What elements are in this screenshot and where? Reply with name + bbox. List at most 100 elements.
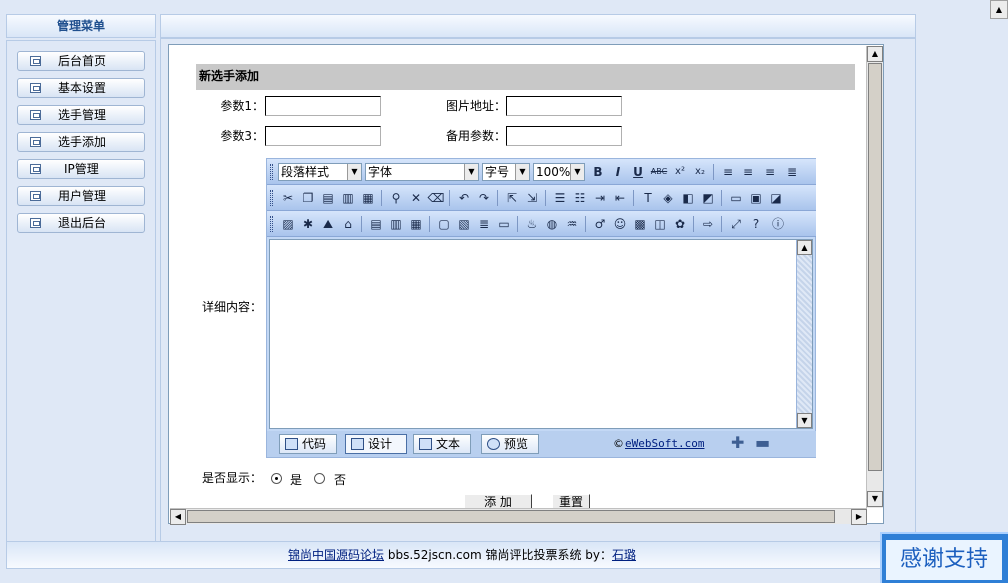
window-icon bbox=[30, 218, 41, 228]
eraser-icon[interactable]: ⌫ bbox=[427, 188, 445, 208]
table-cell-icon[interactable]: ▦ bbox=[407, 214, 425, 234]
content-vertical-scrollbar[interactable]: ▲ ▼ bbox=[866, 46, 883, 508]
align-center-icon[interactable]: ≡ bbox=[739, 162, 757, 182]
table-row-icon[interactable]: ▥ bbox=[387, 214, 405, 234]
sidebar-item-home[interactable]: 后台首页 bbox=[17, 51, 145, 71]
scrollbar-thumb[interactable] bbox=[187, 510, 835, 523]
expand-icon[interactable]: ✚ bbox=[731, 433, 744, 452]
paste-text-icon[interactable]: ▥ bbox=[339, 188, 357, 208]
globe-link-icon[interactable]: ◍ bbox=[543, 214, 561, 234]
about-icon[interactable]: ⓘ bbox=[769, 214, 787, 234]
unlink-icon[interactable]: ♒ bbox=[563, 214, 581, 234]
select-all-icon[interactable]: ⇱ bbox=[503, 188, 521, 208]
stamp-icon[interactable]: ✿ bbox=[671, 214, 689, 234]
scroll-down-icon[interactable]: ▼ bbox=[797, 413, 812, 428]
page-break-icon[interactable]: ⇨ bbox=[699, 214, 717, 234]
scrollbar-thumb[interactable] bbox=[868, 63, 882, 471]
scroll-left-icon[interactable]: ◀ bbox=[170, 509, 186, 525]
hr-icon[interactable]: ▭ bbox=[727, 188, 745, 208]
ordered-list-icon[interactable]: ☰ bbox=[551, 188, 569, 208]
scroll-down-icon[interactable]: ▼ bbox=[867, 491, 883, 507]
superscript-button[interactable]: x² bbox=[671, 162, 689, 182]
image-icon[interactable]: ▨ bbox=[279, 214, 297, 234]
footer-text: 锦尚中国源码论坛 bbs.52jscn.com 锦尚评比投票系统 by：石璐 bbox=[7, 542, 917, 568]
strikethrough-button[interactable]: ABC bbox=[650, 162, 668, 182]
font-size-select[interactable]: 字号 ▼ bbox=[482, 163, 530, 181]
param1-input[interactable] bbox=[265, 96, 381, 116]
align-left-icon[interactable]: ≡ bbox=[719, 162, 737, 182]
display-yes-radio[interactable] bbox=[271, 473, 282, 484]
highlight-icon[interactable]: ◈ bbox=[659, 188, 677, 208]
font-select[interactable]: 字体 ▼ bbox=[365, 163, 479, 181]
sidebar-item-ip-manage[interactable]: IP管理 bbox=[17, 159, 145, 179]
shrink-icon[interactable]: ▬ bbox=[755, 433, 770, 452]
form-icon[interactable]: ▢ bbox=[435, 214, 453, 234]
file-icon[interactable]: ⌂ bbox=[339, 214, 357, 234]
find-icon[interactable]: ⚲ bbox=[387, 188, 405, 208]
page-scroll-up-button[interactable]: ▲ bbox=[990, 0, 1008, 19]
sidebar-item-contestant-manage[interactable]: 选手管理 bbox=[17, 105, 145, 125]
underline-button[interactable]: U bbox=[629, 162, 647, 182]
input-icon[interactable]: ▭ bbox=[495, 214, 513, 234]
sidebar-item-user-manage[interactable]: 用户管理 bbox=[17, 186, 145, 206]
flash-icon[interactable]: ✱ bbox=[299, 214, 317, 234]
unordered-list-icon[interactable]: ☷ bbox=[571, 188, 589, 208]
cut-icon[interactable]: ✂ bbox=[279, 188, 297, 208]
outdent-icon[interactable]: ⇤ bbox=[611, 188, 629, 208]
fullscreen-icon[interactable]: ⤢ bbox=[727, 214, 745, 234]
unselect-icon[interactable]: ⇲ bbox=[523, 188, 541, 208]
iframe-icon[interactable]: ▧ bbox=[455, 214, 473, 234]
media-icon[interactable]: ⛰ bbox=[319, 214, 337, 234]
symbol-icon[interactable]: ♨ bbox=[523, 214, 541, 234]
align-right-icon[interactable]: ≡ bbox=[761, 162, 779, 182]
indent-icon[interactable]: ⇥ bbox=[591, 188, 609, 208]
tab-preview[interactable]: 预览 bbox=[481, 434, 539, 454]
content-horizontal-scrollbar[interactable]: ◀ ▶ bbox=[170, 508, 867, 525]
comment-icon[interactable]: ▣ bbox=[747, 188, 765, 208]
sidebar-item-contestant-add[interactable]: 选手添加 bbox=[17, 132, 145, 152]
delete-icon[interactable]: ✕ bbox=[407, 188, 425, 208]
tab-code[interactable]: 代码 bbox=[279, 434, 337, 454]
note-icon[interactable]: ◪ bbox=[767, 188, 785, 208]
display-no-radio[interactable] bbox=[314, 473, 325, 484]
scroll-right-icon[interactable]: ▶ bbox=[851, 509, 867, 525]
table-icon[interactable]: ▤ bbox=[367, 214, 385, 234]
bold-button[interactable]: B bbox=[589, 162, 607, 182]
scroll-up-icon[interactable]: ▲ bbox=[867, 46, 883, 62]
paste-word-icon[interactable]: ▦ bbox=[359, 188, 377, 208]
param3-input[interactable] bbox=[265, 126, 381, 146]
copy-icon[interactable]: ❐ bbox=[299, 188, 317, 208]
background-color-icon[interactable]: ◧ bbox=[679, 188, 697, 208]
italic-button[interactable]: I bbox=[609, 162, 627, 182]
help-icon[interactable]: ? bbox=[747, 214, 765, 234]
remove-format-icon[interactable]: ◩ bbox=[699, 188, 717, 208]
time-icon[interactable]: ◫ bbox=[651, 214, 669, 234]
sidebar-item-logout[interactable]: 退出后台 bbox=[17, 213, 145, 233]
undo-icon[interactable]: ↶ bbox=[455, 188, 473, 208]
toolbar-separator bbox=[449, 190, 450, 206]
zoom-select[interactable]: 100% ▼ bbox=[533, 163, 585, 181]
footer-author-link[interactable]: 石璐 bbox=[612, 548, 636, 562]
sidebar-item-basic-settings[interactable]: 基本设置 bbox=[17, 78, 145, 98]
tab-text[interactable]: 文本 bbox=[413, 434, 471, 454]
thanks-badge[interactable]: 感谢支持 bbox=[880, 532, 1008, 583]
image-url-input[interactable] bbox=[506, 96, 622, 116]
editor-content-area[interactable]: ▲ ▼ bbox=[269, 239, 813, 429]
paste-icon[interactable]: ▤ bbox=[319, 188, 337, 208]
redo-icon[interactable]: ↷ bbox=[475, 188, 493, 208]
backup-param-input[interactable] bbox=[506, 126, 622, 146]
text-icon bbox=[419, 438, 432, 450]
tab-design[interactable]: 设计 bbox=[345, 434, 407, 454]
align-justify-icon[interactable]: ≣ bbox=[783, 162, 801, 182]
footer-forum-link[interactable]: 锦尚中国源码论坛 bbox=[288, 548, 384, 562]
paragraph-style-select[interactable]: 段落样式 ▼ bbox=[278, 163, 362, 181]
special-char-icon[interactable]: ♂ bbox=[591, 214, 609, 234]
emoticon-icon[interactable]: ☺ bbox=[611, 214, 629, 234]
text-color-icon[interactable]: T bbox=[639, 188, 657, 208]
scroll-up-icon[interactable]: ▲ bbox=[797, 240, 812, 255]
subscript-button[interactable]: x₂ bbox=[691, 162, 709, 182]
date-icon[interactable]: ▩ bbox=[631, 214, 649, 234]
editor-scrollbar[interactable]: ▲ ▼ bbox=[796, 240, 812, 428]
marquee-icon[interactable]: ≣ bbox=[475, 214, 493, 234]
copyright-link[interactable]: eWebSoft.com bbox=[625, 437, 704, 450]
